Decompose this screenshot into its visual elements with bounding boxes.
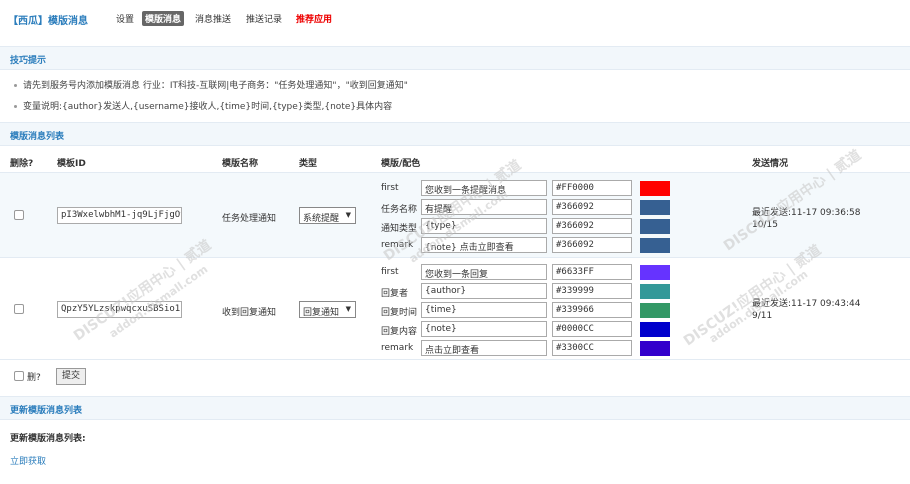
dropdown-arrow-icon: ▼ [345,211,351,219]
field-color-input[interactable]: #366092 [552,199,632,215]
dropdown-arrow-icon: ▼ [345,305,351,313]
field-value-input[interactable]: {time} [421,302,547,318]
field-color-input[interactable]: #339966 [552,302,632,318]
field-color-input[interactable]: #3300CC [552,340,632,356]
update-header: 更新模版消息列表 [0,396,910,420]
nav-settings[interactable]: 设置 [113,11,137,26]
tip-line-2: 变量说明:{author}发送人,{username}接收人,{time}时间,… [14,99,392,112]
field-value-input[interactable]: 您收到一条提醒消息 [421,180,547,196]
type-select[interactable]: 回复通知 ▼ [299,301,356,318]
app-title[interactable]: 【西瓜】模版消息 [8,12,88,27]
send-status-time: 最近发送:11-17 09:36:58 [752,208,861,218]
tip-line-1: 请先到服务号内添加模版消息 行业：IT科技-互联网|电子商务："任务处理通知"，… [14,78,408,91]
send-status-count: 9/11 [752,311,773,321]
col-send-status: 发送情况 [752,159,789,169]
type-select[interactable]: 系统提醒 ▼ [299,207,356,224]
field-color-input[interactable]: #6633FF [552,264,632,280]
bullet-icon [14,105,17,108]
col-template-color: 模版/配色 [381,159,421,169]
color-swatch[interactable] [640,341,670,356]
field-color-input[interactable]: #366092 [552,237,632,253]
top-nav: 【西瓜】模版消息 设置 模版消息 消息推送 推送记录 推荐应用 [0,0,910,38]
field-label: 回复者 [381,289,409,299]
list-title: 模版消息列表 [10,132,65,142]
field-color-input[interactable]: #366092 [552,218,632,234]
col-template-name: 模版名称 [222,159,259,169]
nav-push-log[interactable]: 推送记录 [243,11,285,26]
color-swatch[interactable] [640,238,670,253]
send-status: 最近发送:11-17 09:36:58 10/15 [752,207,860,231]
tips-header: 技巧提示 [0,46,910,70]
row-delete-checkbox[interactable] [14,304,24,314]
tip-text-1: 请先到服务号内添加模版消息 行业：IT科技-互联网|电子商务："任务处理通知"，… [23,81,408,91]
row-delete-checkbox[interactable] [14,210,24,220]
send-status: 最近发送:11-17 09:43:44 9/11 [752,298,860,322]
field-label: remark [381,343,414,353]
color-swatch[interactable] [640,200,670,215]
tip-text-2: 变量说明:{author}发送人,{username}接收人,{time}时间,… [23,102,393,112]
field-label: remark [381,240,414,250]
field-value-input[interactable]: 您收到一条回复 [421,264,547,280]
field-value-input[interactable]: 有提醒 [421,199,547,215]
nav-recommend[interactable]: 推荐应用 [293,11,335,26]
template-name: 任务处理通知 [222,214,277,224]
color-swatch[interactable] [640,265,670,280]
color-swatch[interactable] [640,284,670,299]
fetch-now-link[interactable]: 立即获取 [10,454,46,467]
field-label: 任务名称 [381,205,418,215]
field-value-input[interactable]: {type} [421,218,547,234]
update-label: 更新模版消息列表: [10,434,86,444]
template-name: 收到回复通知 [222,308,277,318]
list-header: 模版消息列表 [0,122,910,146]
field-color-input[interactable]: #FF0000 [552,180,632,196]
field-label: first [381,267,399,277]
color-swatch[interactable] [640,303,670,318]
col-template-id: 模板ID [57,159,86,169]
send-status-time: 最近发送:11-17 09:43:44 [752,299,861,309]
nav-msg-push[interactable]: 消息推送 [192,11,234,26]
field-color-input[interactable]: #0000CC [552,321,632,337]
tips-title: 技巧提示 [10,56,47,66]
color-swatch[interactable] [640,181,670,196]
color-swatch[interactable] [640,322,670,337]
field-label: 回复内容 [381,327,418,337]
template-id-input[interactable]: QpzY5YLzskpwqcxuSBSio1r [57,301,182,318]
color-swatch[interactable] [640,219,670,234]
col-delete: 删除? [10,159,34,169]
delete-all-label: 删? [27,373,41,383]
field-value-input[interactable]: {note} [421,321,547,337]
field-label: 通知类型 [381,224,418,234]
nav-template-msg[interactable]: 模版消息 [142,11,185,26]
field-value-input[interactable]: 点击立即查看 [421,340,547,356]
delete-all-checkbox[interactable] [14,371,24,381]
field-label: first [381,183,399,193]
field-value-input[interactable]: {author} [421,283,547,299]
submit-button[interactable]: 提交 [56,368,86,385]
template-id-input[interactable]: pI3WxelwbhM1-jq9LjFjgOt [57,207,182,224]
field-value-input[interactable]: {note} 点击立即查看 [421,237,547,253]
type-select-value: 系统提醒 [303,214,340,224]
send-status-count: 10/15 [752,220,778,230]
field-label: 回复时间 [381,308,418,318]
type-select-value: 回复通知 [303,308,340,318]
col-type: 类型 [299,159,318,169]
update-title: 更新模版消息列表 [10,406,83,416]
field-color-input[interactable]: #339999 [552,283,632,299]
bullet-icon [14,84,17,87]
